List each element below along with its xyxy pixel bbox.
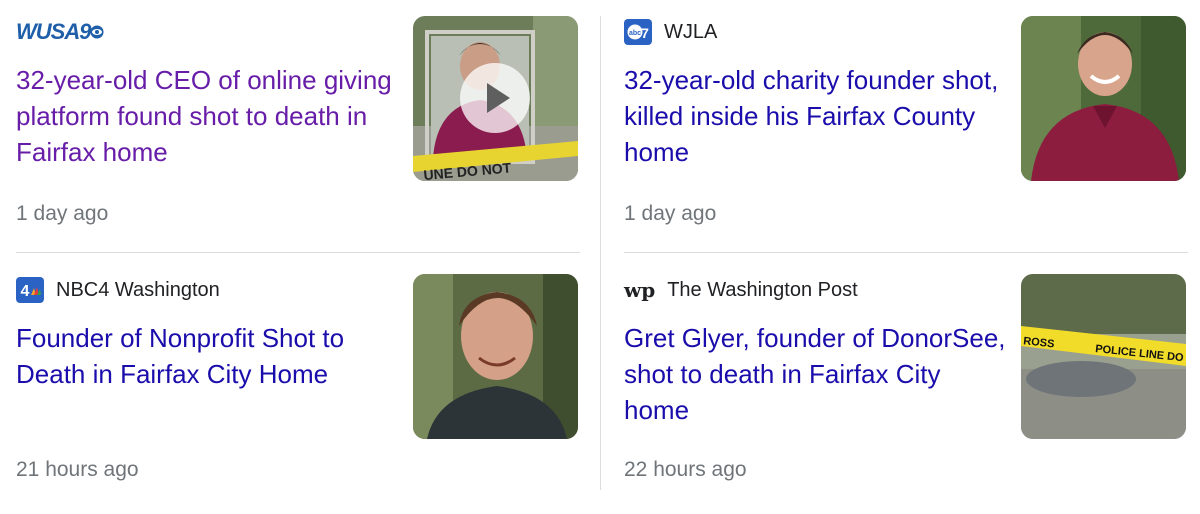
headline-link[interactable]: 32-year-old CEO of online giving platfor… (16, 62, 401, 170)
headline-link[interactable]: Gret Glyer, founder of DonorSee, shot to… (624, 320, 1009, 428)
news-card-wusa9[interactable]: WUSA9 32-year-old CEO of online giving p… (16, 16, 580, 256)
thumbnail-image: ROSS POLICE LINE DO NOT (1021, 274, 1186, 439)
timestamp: 21 hours ago (16, 458, 139, 481)
nbc4-logo-icon: 4 (16, 277, 44, 303)
timestamp: 22 hours ago (624, 458, 747, 481)
row-divider-left (16, 252, 580, 253)
svg-text:4: 4 (21, 283, 30, 300)
source-name: The Washington Post (667, 278, 858, 301)
abc7-logo-icon: abc 7 (624, 19, 652, 45)
play-icon[interactable] (460, 63, 530, 133)
headline-link[interactable]: 32-year-old charity founder shot, killed… (624, 62, 1009, 170)
article-thumbnail[interactable]: ROSS POLICE LINE DO NOT (1021, 274, 1186, 439)
article-thumbnail[interactable] (413, 274, 578, 439)
news-card-wjla[interactable]: abc 7 WJLA 32-year-old charity founder s… (624, 16, 1188, 256)
source-row: wp The Washington Post (624, 274, 858, 306)
timestamp: 1 day ago (16, 202, 109, 225)
article-thumbnail[interactable] (1021, 16, 1186, 181)
news-card-nbc4[interactable]: 4 NBC4 Washington Founder of Nonprofit S… (16, 274, 580, 514)
source-row: 4 NBC4 Washington (16, 274, 220, 306)
timestamp: 1 day ago (624, 202, 717, 225)
source-row: WUSA9 (16, 16, 104, 48)
washington-post-logo-icon: wp (624, 278, 656, 302)
svg-text:7: 7 (641, 25, 649, 41)
thumbnail-image (413, 274, 578, 439)
thumbnail-image (1021, 16, 1186, 181)
wusa9-logo-text: WUSA9 (16, 19, 91, 44)
source-name: NBC4 Washington (56, 278, 220, 301)
cbs-eye-icon (90, 25, 104, 39)
row-divider-right (624, 252, 1188, 253)
source-row: abc 7 WJLA (624, 16, 717, 48)
svg-text:abc: abc (629, 30, 641, 37)
headline-link[interactable]: Founder of Nonprofit Shot to Death in Fa… (16, 320, 401, 392)
source-name: WJLA (664, 20, 718, 43)
news-card-washington-post[interactable]: wp The Washington Post Gret Glyer, found… (624, 274, 1188, 514)
video-thumbnail[interactable]: UNE DO NOT (413, 16, 578, 181)
wusa9-logo: WUSA9 (16, 19, 104, 45)
column-divider (600, 16, 601, 490)
